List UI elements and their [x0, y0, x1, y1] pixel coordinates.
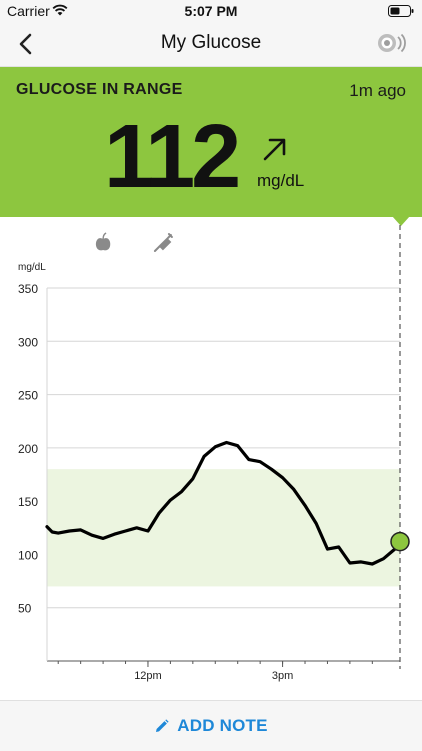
event-markers	[95, 232, 173, 252]
battery-icon	[388, 5, 414, 17]
y-tick-label: 150	[18, 495, 38, 509]
y-tick-label: 200	[18, 442, 38, 456]
clock: 5:07 PM	[184, 3, 238, 19]
apple-body	[95, 238, 111, 251]
x-tick-label: 12pm	[134, 670, 162, 682]
insulin-pen-icon	[153, 233, 173, 252]
y-tick-label: 100	[18, 548, 38, 562]
status-bar: Carrier 5:07 PM	[0, 0, 422, 22]
y-tick-label: 300	[18, 335, 38, 349]
pencil-icon	[156, 718, 169, 732]
y-tick-label: 50	[18, 602, 32, 616]
x-tick-label: 3pm	[272, 670, 293, 682]
y-axis-unit: mg/dL	[18, 262, 46, 273]
food-apple-icon	[95, 232, 111, 251]
sensor-scan-icon	[378, 33, 406, 53]
reading-time: 1m ago	[349, 81, 406, 100]
footer: ADD NOTE	[0, 700, 422, 751]
y-tick-label: 250	[18, 389, 38, 403]
glucose-chart[interactable]: 50 100 150 200 250 300 350 mg/dL 12pm 3pm	[0, 217, 422, 700]
add-note-button[interactable]: ADD NOTE	[0, 701, 422, 751]
glucose-status: GLUCOSE IN RANGE	[16, 81, 183, 98]
glucose-banner: GLUCOSE IN RANGE 1m ago 112	[0, 67, 422, 217]
nav-bar: My Glucose	[0, 22, 422, 67]
sensor-scan-button[interactable]	[376, 30, 406, 56]
glucose-value: 112	[104, 107, 241, 207]
arrow-up-right-icon	[263, 138, 286, 161]
page-title: My Glucose	[160, 32, 262, 53]
y-tick-label: 350	[18, 282, 38, 296]
apple-stem	[102, 232, 107, 240]
glucose-unit: mg/dL	[257, 171, 305, 190]
add-note-label: ADD NOTE	[177, 716, 268, 735]
pen-body	[153, 233, 173, 252]
current-reading-dot[interactable]	[390, 531, 410, 552]
y-axis: 50 100 150 200 250 300 350	[18, 282, 38, 616]
target-range-band	[47, 469, 400, 587]
